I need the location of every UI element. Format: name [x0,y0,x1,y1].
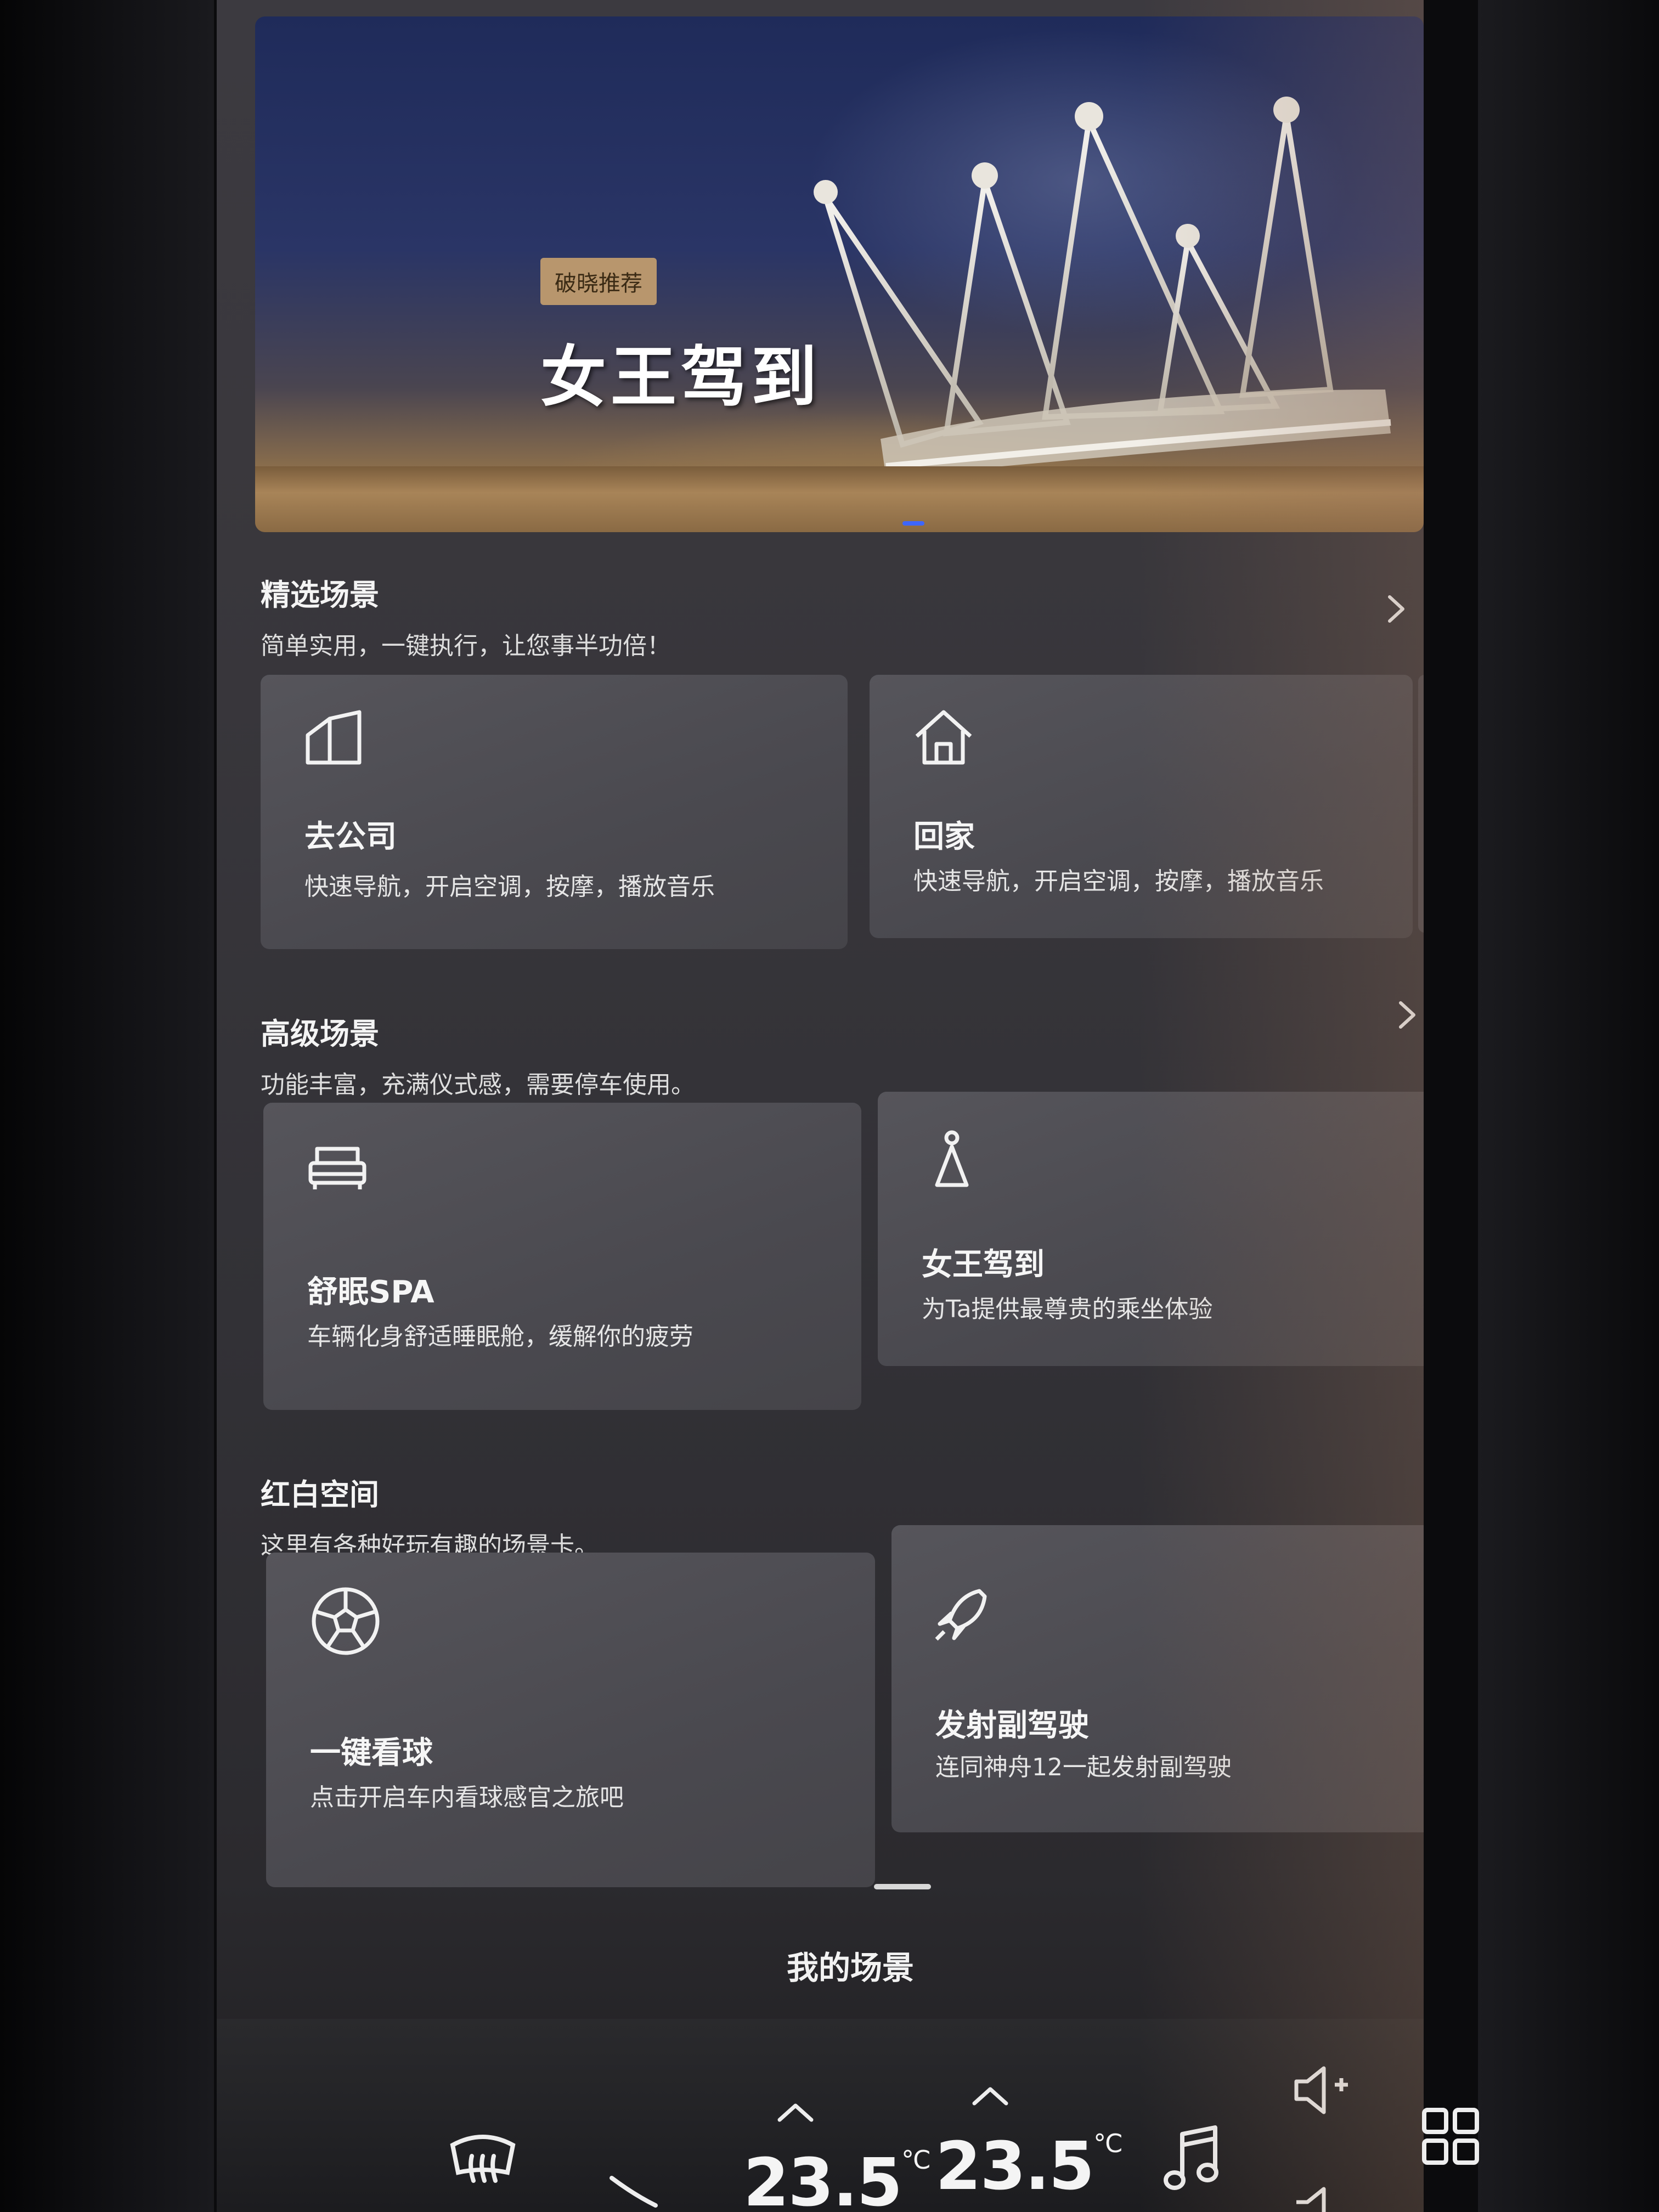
chevron-right-icon[interactable] [1418,1443,1424,1476]
bed-icon [308,1147,366,1189]
card-title: 去公司 [304,819,397,855]
right-temp-value: 23.5 [935,2129,1094,2205]
temp-up-left-icon[interactable] [776,2101,815,2123]
card-description: 车辆化身舒适睡眠舱，缓解你的疲劳 [307,1323,693,1351]
side-panel-tab[interactable] [1418,675,1424,933]
volume-up-icon[interactable] [1292,2063,1352,2118]
card-description: 为Ta提供最尊贵的乘坐体验 [922,1295,1213,1323]
bottom-dock: 23.5°C 23.5°C [217,2019,1424,2212]
card-title: 回家 [913,819,975,855]
scene-card-queen[interactable]: 女王驾到 为Ta提供最尊贵的乘坐体验 [878,1092,1424,1366]
queen-icon [935,1130,969,1187]
chevron-right-icon[interactable] [1391,998,1424,1031]
card-description: 连同神舟12一起发射副驾驶 [935,1753,1232,1781]
section-subtitle: 简单实用，一键执行，让您事半功倍！ [261,632,671,660]
music-icon[interactable] [1160,2123,1221,2194]
app-grid-icon[interactable] [1421,2107,1481,2167]
rear-defrost-icon[interactable] [447,2129,518,2194]
car-bezel-right [1478,0,1659,2212]
soccer-ball-icon [312,1587,380,1655]
office-building-icon [306,710,362,765]
carousel-indicator [902,521,924,526]
card-description: 点击开启车内看球感官之旅吧 [310,1784,624,1812]
scene-card-watch-ball[interactable]: 一键看球 点击开启车内看球感官之旅吧 [266,1553,875,1887]
hero-banner[interactable]: 破晓推荐 女王驾到 [255,16,1424,532]
right-temperature[interactable]: 23.5°C [935,2129,1122,2205]
home-icon [915,710,972,765]
temp-unit: °C [901,2145,930,2175]
scene-card-home[interactable]: 回家 快速导航，开启空调，按摩，播放音乐 [870,675,1413,938]
scene-card-sleep-spa[interactable]: 舒眠SPA 车辆化身舒适睡眠舱，缓解你的疲劳 [263,1103,861,1410]
bottom-sheet-grabber[interactable] [874,1884,931,1889]
hero-title: 女王驾到 [540,340,821,416]
temp-up-right-icon[interactable] [971,2085,1009,2107]
left-temperature[interactable]: 23.5°C [743,2145,930,2212]
left-temp-value: 23.5 [743,2145,902,2212]
scene-card-launch-passenger[interactable]: 发射副驾驶 连同神舟12一起发射副驾驶 [891,1525,1424,1832]
section-title: 精选场景 [261,578,379,612]
car-bezel-left [0,0,214,2212]
scene-card-office[interactable]: 去公司 快速导航，开启空调，按摩，播放音乐 [261,675,848,949]
section-subtitle: 功能丰富，充满仪式感，需要停车使用。 [261,1071,695,1099]
card-description: 快速导航，开启空调，按摩，播放音乐 [913,867,1324,895]
seat-heat-icon[interactable] [601,2172,667,2212]
hero-badge: 破晓推荐 [540,258,657,305]
section-title: 红白空间 [261,1477,379,1512]
temp-unit: °C [1093,2129,1122,2158]
rocket-icon [935,1589,987,1641]
card-description: 快速导航，开启空调，按摩，播放音乐 [304,873,715,901]
crown-image [814,97,1391,477]
card-title: 一键看球 [310,1735,433,1771]
infotainment-screen: 破晓推荐 女王驾到 精选场景 简单实用，一键执行，让您事半功倍！ 去公司 快速导… [217,0,1424,2212]
card-title: 女王驾到 [922,1247,1045,1283]
card-title: 发射副驾驶 [935,1708,1089,1743]
hero-sand [255,466,1424,532]
my-scenes-button[interactable]: 我的场景 [217,1942,1424,1988]
volume-down-icon[interactable] [1292,2183,1352,2212]
chevron-right-icon[interactable] [1380,592,1413,625]
card-title: 舒眠SPA [307,1274,435,1310]
section-title: 高级场景 [261,1017,379,1051]
